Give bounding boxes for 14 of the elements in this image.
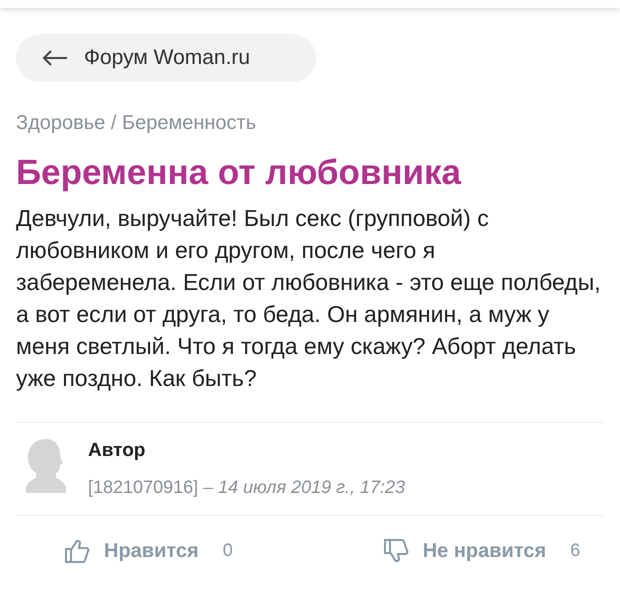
topic-title: Беременна от любовника: [16, 152, 462, 194]
reaction-count: 6: [570, 539, 580, 562]
post-meta: [1821070916] – 14 июля 2019 г., 17:23: [88, 476, 406, 499]
avatar-silhouette-icon: [26, 437, 66, 495]
back-arrow-icon: [42, 50, 68, 66]
back-button[interactable]: Форум Woman.ru: [16, 34, 316, 82]
thumbs-down-icon: [382, 538, 409, 564]
author-name[interactable]: Автор: [88, 437, 406, 466]
reaction-count: 0: [222, 539, 233, 562]
breadcrumb[interactable]: Здоровье / Беременность: [16, 108, 604, 138]
post-text: Девчули, выручайте! Был секс (групповой) с любовником и его другом, после чего я забеременела. Если от любовника - это еще полбеды, а вот если от друга, то беда. Он армянин, а муж у меня светлый. Что я тогда ему скажу? Аборт делать уже поздно. Как быть?: [16, 204, 601, 393]
reaction-button[interactable]: Нравится: [104, 536, 199, 566]
reaction-button[interactable]: Не нравится: [422, 536, 546, 566]
thumbs-up-icon: [64, 538, 90, 564]
